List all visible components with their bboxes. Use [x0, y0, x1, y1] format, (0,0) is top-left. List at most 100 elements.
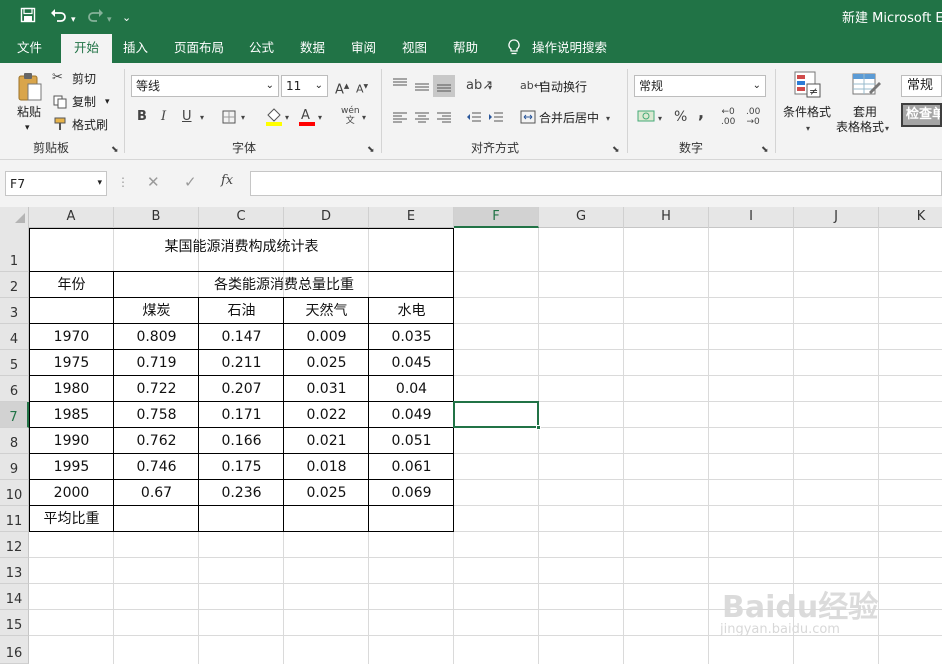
undo-dropdown-icon[interactable]: ▾ — [71, 11, 76, 29]
row-header-5[interactable]: 5 — [0, 350, 29, 376]
ratio-cell[interactable]: 0.722 — [114, 376, 199, 402]
ratio-cell[interactable]: 0.051 — [369, 428, 454, 454]
column-header-g[interactable]: G — [539, 207, 624, 228]
column-header-j[interactable]: J — [794, 207, 879, 228]
row-header-14[interactable]: 14 — [0, 584, 29, 610]
row-header-16[interactable]: 16 — [0, 636, 29, 664]
ratio-cell[interactable]: 0.762 — [114, 428, 199, 454]
year-cell[interactable]: 1990 — [29, 428, 114, 454]
comma-style-button[interactable]: , — [698, 105, 704, 121]
enter-icon[interactable]: ✓ — [184, 173, 197, 191]
number-launcher-icon[interactable]: ⬊ — [761, 142, 769, 158]
energy-type-header-cell[interactable]: 天然气 — [284, 298, 369, 324]
customize-toolbar-icon[interactable]: ⌄ — [122, 9, 131, 27]
row-header-9[interactable]: 9 — [0, 454, 29, 480]
align-top-icon[interactable] — [392, 77, 408, 92]
ratio-cell[interactable]: 0.069 — [369, 480, 454, 506]
year-cell[interactable]: 1995 — [29, 454, 114, 480]
row-header-7[interactable]: 7 — [0, 402, 29, 428]
name-box[interactable]: F7 ▾ — [5, 171, 107, 196]
ratio-cell[interactable]: 0.758 — [114, 402, 199, 428]
ratio-cell[interactable]: 0.018 — [284, 454, 369, 480]
borders-dropdown-icon[interactable]: ▾ — [241, 110, 245, 126]
column-header-h[interactable]: H — [624, 207, 709, 228]
ratio-cell[interactable]: 0.025 — [284, 480, 369, 506]
orientation-dropdown-icon[interactable]: ▾ — [488, 80, 492, 96]
paste-button[interactable]: 粘贴 — [17, 104, 41, 120]
merge-dropdown-icon[interactable]: ▾ — [606, 111, 610, 127]
cancel-icon[interactable]: ✕ — [147, 173, 160, 191]
average-value-cell[interactable] — [114, 506, 199, 532]
undo-icon[interactable] — [50, 7, 68, 27]
conditional-dropdown-icon[interactable]: ▾ — [806, 121, 810, 137]
row-header-13[interactable]: 13 — [0, 558, 29, 584]
column-header-d[interactable]: D — [284, 207, 369, 228]
ratio-cell[interactable]: 0.025 — [284, 350, 369, 376]
cut-button[interactable]: 剪切 — [72, 71, 96, 87]
average-value-cell[interactable] — [369, 506, 454, 532]
ratio-cell[interactable]: 0.171 — [199, 402, 284, 428]
fill-color-icon[interactable] — [265, 106, 283, 129]
year-cell[interactable]: 1985 — [29, 402, 114, 428]
accounting-dropdown-icon[interactable]: ▾ — [658, 111, 662, 127]
font-size-box[interactable]: 11 ⌄ — [281, 75, 328, 97]
ratio-cell[interactable]: 0.746 — [114, 454, 199, 480]
row-header-1[interactable]: 1 — [0, 228, 29, 272]
format-table-label-2[interactable]: 表格格式 — [836, 119, 884, 135]
tab-help[interactable]: 帮助 — [453, 40, 478, 56]
fill-color-dropdown-icon[interactable]: ▾ — [285, 110, 289, 126]
column-header-b[interactable]: B — [114, 207, 199, 228]
underline-button[interactable]: U — [182, 109, 192, 125]
decrease-font-size-icon[interactable]: A▼ — [356, 79, 368, 98]
tab-insert[interactable]: 插入 — [123, 40, 148, 56]
ratio-cell[interactable]: 0.045 — [369, 350, 454, 376]
italic-button[interactable]: I — [161, 109, 166, 125]
energy-type-header-cell[interactable]: 石油 — [199, 298, 284, 324]
insert-function-button[interactable]: fx — [221, 173, 233, 188]
ratio-cell[interactable]: 0.035 — [369, 324, 454, 350]
align-center-icon[interactable] — [414, 111, 430, 126]
selected-cell-outline[interactable] — [453, 401, 539, 428]
average-label-cell[interactable]: 平均比重 — [29, 506, 114, 532]
ratio-cell[interactable]: 0.009 — [284, 324, 369, 350]
ratio-cell[interactable]: 0.147 — [199, 324, 284, 350]
ratio-cell[interactable]: 0.049 — [369, 402, 454, 428]
font-launcher-icon[interactable]: ⬊ — [367, 142, 375, 158]
ratio-cell[interactable]: 0.166 — [199, 428, 284, 454]
redo-icon[interactable] — [86, 7, 104, 27]
average-value-cell[interactable] — [284, 506, 369, 532]
conditional-formatting-button[interactable]: 条件格式 — [783, 104, 831, 120]
increase-decimal-icon[interactable]: ←0.00 — [721, 107, 735, 127]
format-table-dropdown-icon[interactable]: ▾ — [885, 121, 889, 137]
ratio-cell[interactable]: 0.809 — [114, 324, 199, 350]
energy-type-header-cell[interactable]: 水电 — [369, 298, 454, 324]
tab-view[interactable]: 视图 — [402, 40, 427, 56]
bold-button[interactable]: B — [137, 109, 147, 125]
row-header-3[interactable]: 3 — [0, 298, 29, 324]
ratio-cell[interactable]: 0.211 — [199, 350, 284, 376]
column-header-a[interactable]: A — [29, 207, 114, 228]
ratio-cell[interactable]: 0.67 — [114, 480, 199, 506]
ratio-cell[interactable]: 0.022 — [284, 402, 369, 428]
ratio-cell[interactable]: 0.021 — [284, 428, 369, 454]
year-cell[interactable]: 2000 — [29, 480, 114, 506]
group-header-cell[interactable]: 各类能源消费总量比重 — [114, 272, 454, 298]
tab-file[interactable]: 文件 — [17, 40, 42, 56]
tab-formulas[interactable]: 公式 — [249, 40, 274, 56]
year-cell[interactable]: 1980 — [29, 376, 114, 402]
alignment-launcher-icon[interactable]: ⬊ — [612, 142, 620, 158]
row-header-2[interactable]: 2 — [0, 272, 29, 298]
row-header-8[interactable]: 8 — [0, 428, 29, 454]
decrease-indent-icon[interactable] — [466, 111, 482, 126]
number-format-box[interactable]: 常规 ⌄ — [634, 75, 766, 97]
ratio-cell[interactable]: 0.175 — [199, 454, 284, 480]
average-value-cell[interactable] — [199, 506, 284, 532]
phonetic-dropdown-icon[interactable]: ▾ — [362, 110, 366, 126]
fill-handle[interactable] — [536, 425, 541, 430]
row-header-11[interactable]: 11 — [0, 506, 29, 532]
align-right-icon[interactable] — [436, 111, 452, 126]
wrap-text-button[interactable]: 自动换行 — [539, 79, 587, 95]
style-normal-cell[interactable]: 常规 — [901, 75, 942, 97]
energy-type-header-cell[interactable]: 煤炭 — [114, 298, 199, 324]
font-name-box[interactable]: 等线 ⌄ — [131, 75, 279, 97]
